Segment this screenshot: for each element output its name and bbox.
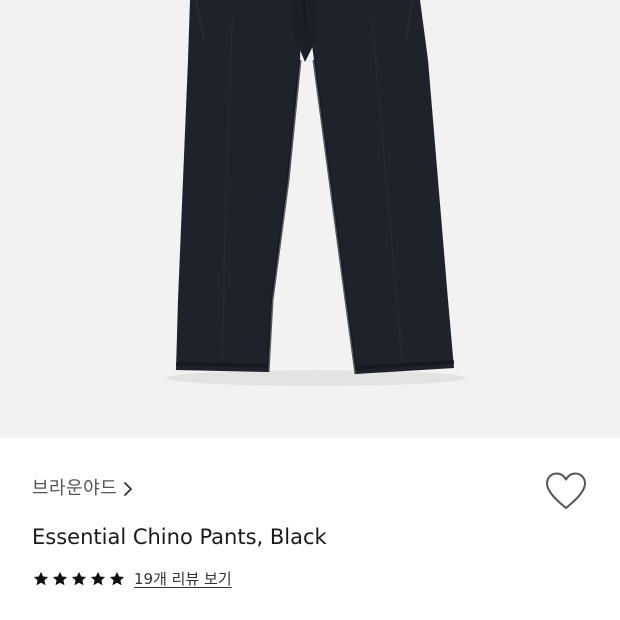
star-filled-icon [52,571,68,586]
rating-stars [32,570,126,588]
brand-name: 브라운야드 [32,478,118,499]
brand-link[interactable]: 브라운야드 [32,478,133,500]
product-title: Essential Chino Pants, Black [32,525,327,549]
product-image[interactable] [0,0,620,438]
star-filled-icon [90,571,106,586]
pants-illustration [0,0,620,438]
review-count-link[interactable]: 19개 리뷰 보기 [134,569,232,589]
star-filled-icon [33,571,49,586]
product-info: 브라운야드 Essential Chino Pants, Black 19개 리… [0,438,620,620]
star-filled-icon [71,571,87,586]
star-filled-icon [109,571,125,586]
product-detail-page: 브라운야드 Essential Chino Pants, Black 19개 리… [0,0,620,620]
chevron-right-icon [124,482,133,496]
rating-row: 19개 리뷰 보기 [32,568,232,590]
heart-outline-icon [546,472,586,509]
wishlist-heart-button[interactable] [544,471,588,511]
